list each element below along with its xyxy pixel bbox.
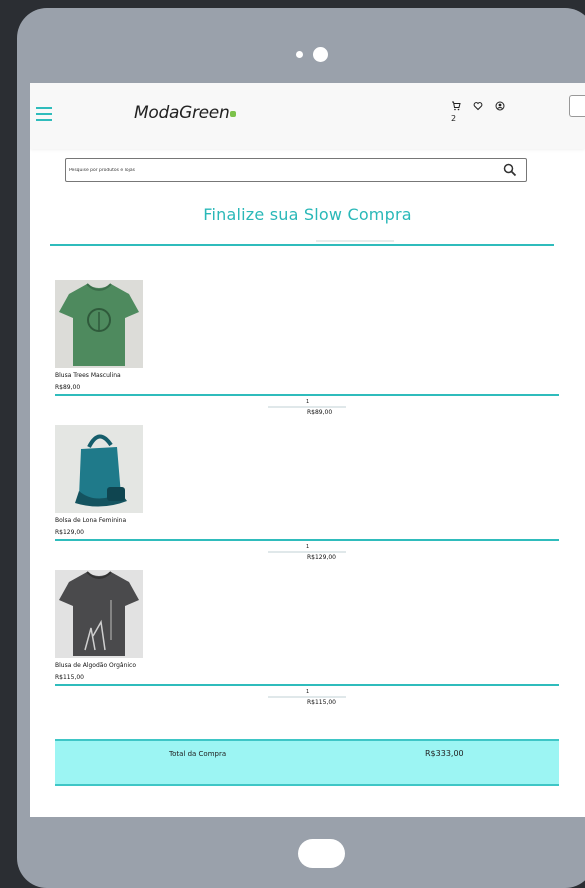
search-icon[interactable] bbox=[503, 162, 517, 177]
product-image-tshirt-green[interactable] bbox=[55, 280, 143, 368]
quantity-underline bbox=[268, 406, 346, 408]
title-underline bbox=[316, 240, 394, 242]
quantity-underline bbox=[268, 551, 346, 553]
search-input[interactable] bbox=[66, 159, 499, 181]
page-title: Finalize sua Slow Compra bbox=[203, 205, 412, 224]
product-name[interactable]: Blusa Trees Masculina bbox=[55, 372, 121, 379]
home-button[interactable] bbox=[298, 839, 345, 868]
menu-icon[interactable] bbox=[36, 107, 52, 121]
quantity-underline bbox=[268, 696, 346, 698]
total-label: Total da Compra bbox=[169, 750, 227, 758]
product-image-tote-bag[interactable] bbox=[55, 425, 143, 513]
product-price: R$115,00 bbox=[55, 674, 84, 681]
title-divider bbox=[50, 244, 554, 246]
item-subtotal: R$129,00 bbox=[307, 554, 336, 561]
item-subtotal: R$115,00 bbox=[307, 699, 336, 706]
user-icon[interactable] bbox=[495, 101, 505, 114]
product-name[interactable]: Blusa de Algodão Orgânico bbox=[55, 662, 136, 669]
product-name[interactable]: Bolsa de Lona Feminina bbox=[55, 517, 126, 524]
product-image-tshirt-gray[interactable] bbox=[55, 570, 143, 658]
quantity-field[interactable]: 1 bbox=[306, 689, 309, 695]
item-subtotal: R$89,00 bbox=[307, 409, 333, 416]
logo[interactable]: ModaGreen bbox=[134, 103, 237, 123]
product-price: R$89,00 bbox=[55, 384, 81, 391]
quantity-field[interactable]: 1 bbox=[306, 399, 309, 405]
logo-text: ModaGreen bbox=[134, 103, 230, 123]
search-bar bbox=[65, 158, 527, 182]
header-bar: ModaGreen 2 bbox=[30, 83, 585, 149]
screen: ModaGreen 2 Finalize sua Slow Compra bbox=[30, 83, 585, 817]
heart-icon[interactable] bbox=[473, 101, 483, 114]
cart-icon[interactable] bbox=[451, 101, 461, 114]
item-divider bbox=[55, 394, 559, 396]
item-divider bbox=[55, 539, 559, 541]
camera-dot-small bbox=[296, 51, 303, 58]
quantity-field[interactable]: 1 bbox=[306, 544, 309, 550]
total-value: R$333,00 bbox=[425, 749, 464, 758]
logo-leaf-icon bbox=[230, 111, 237, 117]
order-total-bar: Total da Compra R$333,00 bbox=[55, 739, 559, 786]
item-divider bbox=[55, 684, 559, 686]
offscreen-control[interactable] bbox=[569, 95, 585, 117]
camera-dot-large bbox=[313, 47, 328, 62]
product-price: R$129,00 bbox=[55, 529, 84, 536]
cart-count-badge: 2 bbox=[451, 114, 457, 123]
